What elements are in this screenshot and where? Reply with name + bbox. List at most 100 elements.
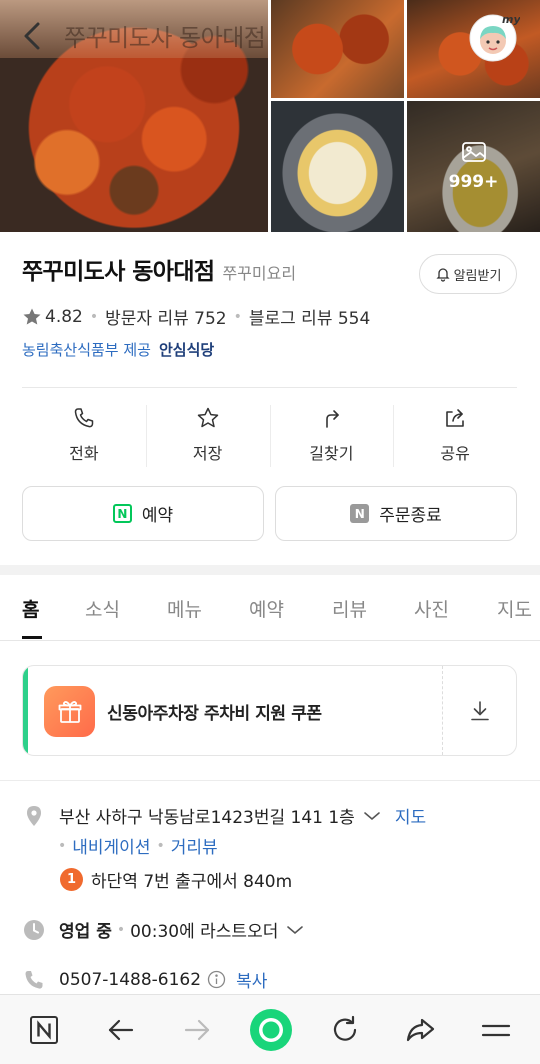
place-title-row: 쭈꾸미도사 동아대점 쭈꾸미요리 xyxy=(22,252,296,286)
tab-menu[interactable]: 메뉴 xyxy=(167,595,202,622)
location-pin-icon xyxy=(27,805,41,826)
forward-button[interactable] xyxy=(180,1013,214,1047)
chevron-down-icon[interactable] xyxy=(363,810,381,822)
rating-row: 4.82 • 방문자 리뷰 752 • 블로그 리뷰 554 xyxy=(22,304,370,329)
coupon-card[interactable]: 신동아주차장 주차비 지원 쿠폰 xyxy=(22,665,517,756)
phone-icon xyxy=(25,970,43,989)
tab-reviews[interactable]: 리뷰 xyxy=(332,595,367,622)
more-photos-count: 999+ xyxy=(448,171,499,192)
gift-icon xyxy=(44,686,95,737)
place-category: 쭈꾸미요리 xyxy=(222,264,297,283)
alert-subscribe-button[interactable]: 알림받기 xyxy=(419,254,517,294)
coupon-accent xyxy=(23,666,28,755)
hours-row[interactable]: 영업 중 • 00:30에 라스트오더 xyxy=(22,917,304,942)
directions-label: 길찾기 xyxy=(309,444,354,463)
naver-order-icon: N xyxy=(350,504,370,523)
coupon-text: 신동아주차장 주차비 지원 쿠폰 xyxy=(107,704,322,724)
share-arrow-icon xyxy=(406,1018,435,1042)
blog-reviews-link[interactable]: 블로그 리뷰 554 xyxy=(249,304,370,329)
place-name: 쭈꾸미도사 동아대점 xyxy=(22,259,215,285)
action-buttons: 전화 저장 길찾기 공유 xyxy=(22,400,517,470)
tab-reservation[interactable]: 예약 xyxy=(249,595,284,622)
separator-dot: • xyxy=(89,308,99,325)
subway-row: 1 하단역 7번 출구에서 840m xyxy=(60,867,292,892)
hours-detail: 00:30에 라스트오더 xyxy=(130,922,279,942)
map-link[interactable]: 지도 xyxy=(395,803,426,828)
chevron-down-icon[interactable] xyxy=(286,924,304,936)
tab-bar: 홈 소식 메뉴 예약 리뷰 사진 지도 xyxy=(0,575,540,641)
refresh-button[interactable] xyxy=(328,1013,362,1047)
tab-home[interactable]: 홈 xyxy=(22,595,39,622)
address-text: 부산 사하구 낙동남로1423번길 141 1층 xyxy=(59,808,355,828)
address-row: 부산 사하구 낙동남로1423번길 141 1층 지도 xyxy=(22,803,426,828)
call-label: 전화 xyxy=(69,444,99,463)
menu-button[interactable] xyxy=(479,1013,513,1047)
arrow-left-icon xyxy=(108,1019,134,1041)
share-label: 공유 xyxy=(440,444,470,463)
phone-number[interactable]: 0507-1488-6162 xyxy=(59,970,201,990)
naver-home-button[interactable] xyxy=(27,1013,61,1047)
image-icon xyxy=(461,141,486,162)
directions-button[interactable]: 길찾기 xyxy=(269,400,394,470)
subway-line-badge: 1 xyxy=(60,868,83,891)
separator-dot: • xyxy=(58,837,67,854)
my-avatar-icon[interactable]: my xyxy=(468,12,520,62)
hours-status: 영업 중 xyxy=(59,922,112,942)
tab-photos[interactable]: 사진 xyxy=(414,595,449,622)
rating-value: 4.82 xyxy=(45,306,83,327)
order-label: 주문종료 xyxy=(379,506,442,526)
hamburger-menu-icon xyxy=(481,1024,511,1037)
phone-icon xyxy=(74,408,94,428)
directions-icon xyxy=(326,410,340,428)
save-button[interactable]: 저장 xyxy=(145,400,270,470)
share-icon xyxy=(446,409,464,427)
separator-dot: • xyxy=(233,308,242,325)
separator-dot: • xyxy=(116,921,126,938)
call-button[interactable]: 전화 xyxy=(22,400,146,470)
photo-thumbnail[interactable] xyxy=(271,0,404,98)
photo-thumbnail[interactable] xyxy=(271,101,404,232)
coupon-separator xyxy=(442,666,443,755)
reserve-label: 예약 xyxy=(141,506,174,526)
rating-star-icon xyxy=(23,308,41,324)
alert-label: 알림받기 xyxy=(453,268,502,284)
naver-n-icon xyxy=(30,1016,58,1044)
section-gap xyxy=(0,565,540,575)
header-title: 쭈꾸미도사 동아대점 xyxy=(64,24,266,52)
back-arrow-icon[interactable] xyxy=(18,20,46,52)
green-dot-icon xyxy=(250,1009,292,1051)
active-tab-indicator xyxy=(22,636,42,639)
back-button[interactable] xyxy=(104,1013,138,1047)
phone-row: 0507-1488-6162 복사 xyxy=(22,967,267,992)
info-icon[interactable] xyxy=(207,970,226,989)
address-sub-links: • 내비게이션 • 거리뷰 xyxy=(58,833,218,859)
certification-provider-link[interactable]: 농림축산식품부 제공 xyxy=(22,339,151,360)
safe-restaurant-badge: 안심식당 xyxy=(158,341,215,359)
reserve-button[interactable]: N 예약 xyxy=(22,486,264,541)
copy-phone-link[interactable]: 복사 xyxy=(236,967,267,992)
tab-map[interactable]: 지도 xyxy=(497,595,532,622)
star-icon xyxy=(197,407,218,428)
divider xyxy=(0,780,540,781)
separator-dot: • xyxy=(156,837,165,854)
booking-row: N 예약 N 주문종료 xyxy=(22,486,517,541)
arrow-right-icon xyxy=(184,1019,210,1041)
naver-reserve-icon: N xyxy=(112,504,132,523)
visitor-reviews-link[interactable]: 방문자 리뷰 752 xyxy=(105,304,226,329)
browser-bottom-bar xyxy=(0,994,540,1064)
clock-icon xyxy=(24,919,44,940)
roadview-link[interactable]: 거리뷰 xyxy=(171,833,218,858)
tab-news[interactable]: 소식 xyxy=(85,595,120,622)
green-dot-button[interactable] xyxy=(249,1008,293,1052)
certification-row: 농림축산식품부 제공 안심식당 xyxy=(22,339,214,360)
more-photos-overlay[interactable]: 999+ xyxy=(407,101,540,232)
bell-icon xyxy=(436,268,450,282)
refresh-icon xyxy=(333,1015,357,1041)
order-button[interactable]: N 주문종료 xyxy=(275,486,517,541)
subway-text: 하단역 7번 출구에서 840m xyxy=(91,872,293,892)
download-icon[interactable] xyxy=(468,699,492,723)
navigation-link[interactable]: 내비게이션 xyxy=(72,833,150,858)
share-button[interactable]: 공유 xyxy=(393,400,517,470)
share-page-button[interactable] xyxy=(403,1013,437,1047)
divider xyxy=(22,387,517,388)
